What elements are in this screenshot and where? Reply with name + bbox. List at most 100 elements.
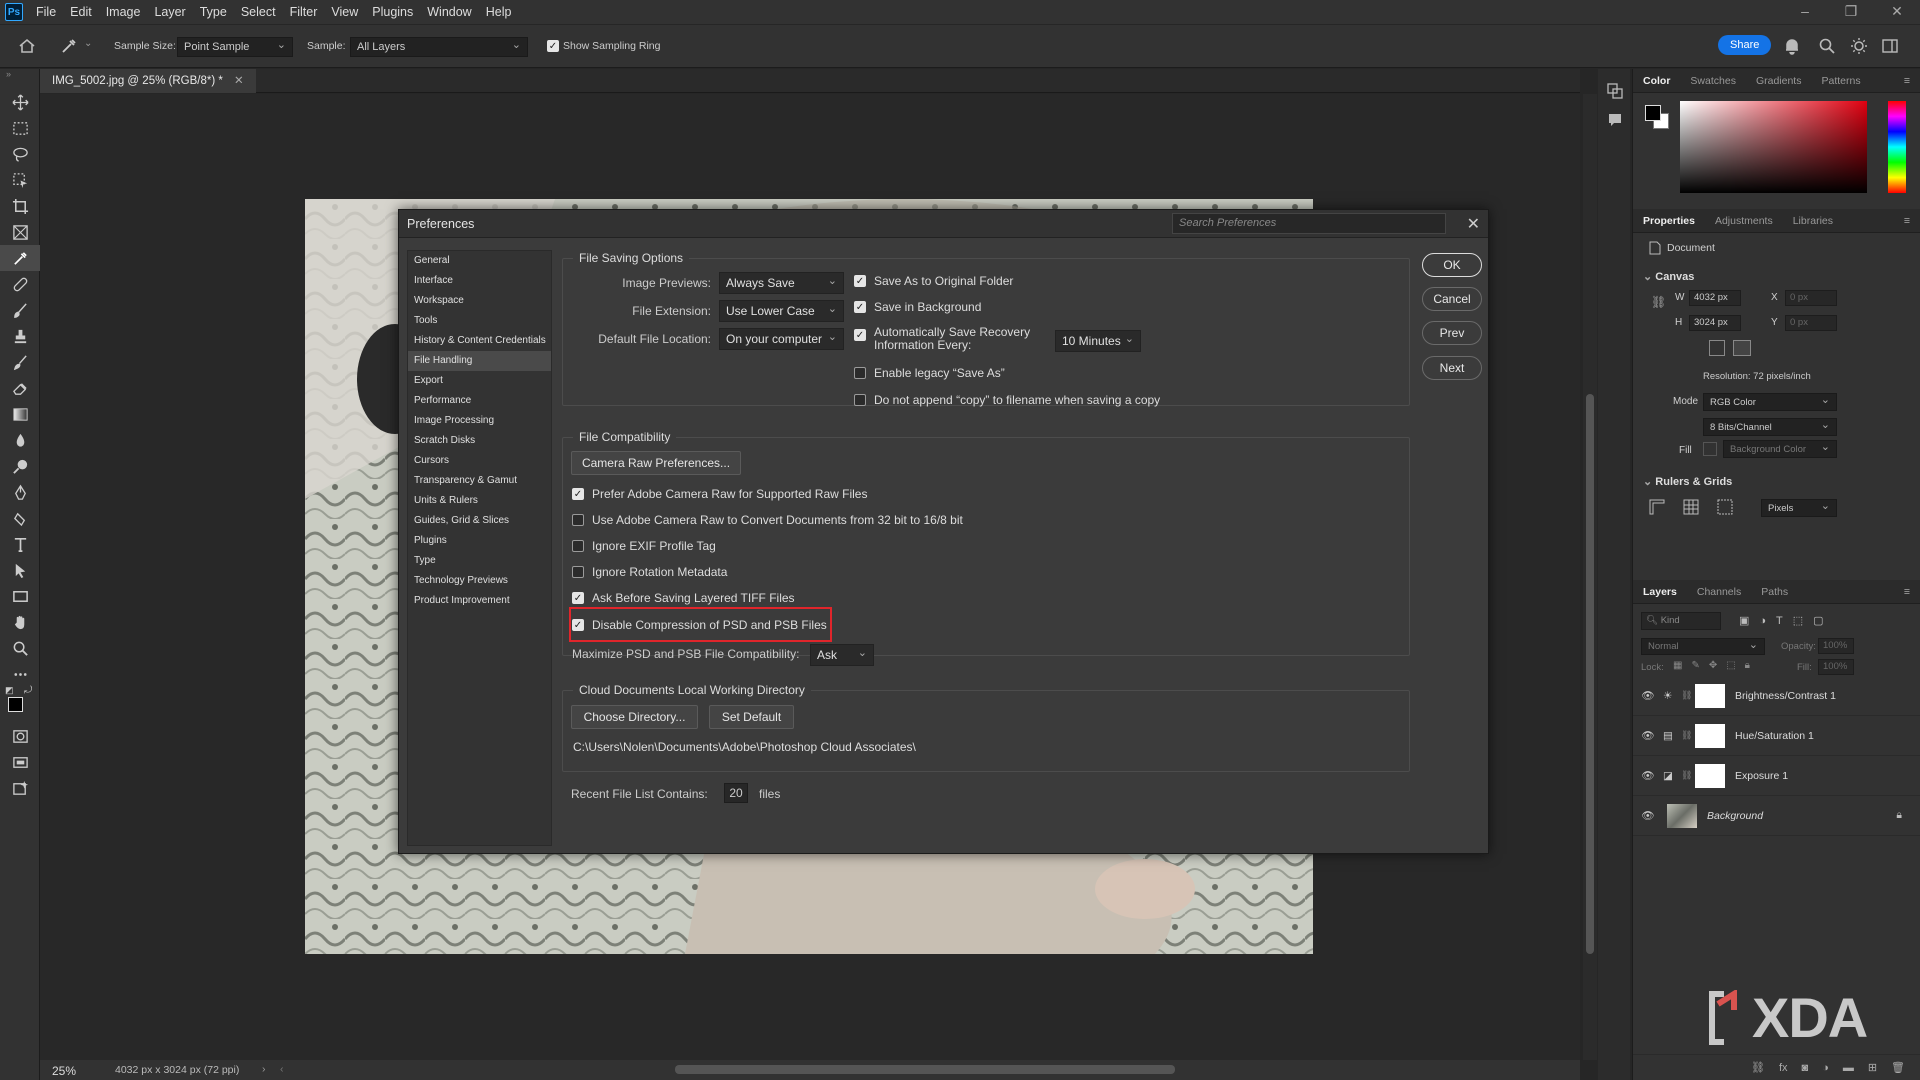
add-mask-icon[interactable]: ◙ [1802,1062,1809,1074]
save-background-checkbox[interactable]: ✓ [854,301,866,313]
adjustment-layer-icon[interactable]: ◑ [1822,1062,1829,1074]
tab-properties[interactable]: Properties [1633,215,1705,227]
chevron-down-icon[interactable]: ⌄ [84,38,92,49]
fill-swatch[interactable] [1703,442,1717,456]
portrait-orientation-icon[interactable] [1709,340,1725,356]
panel-menu-icon[interactable]: ≡ [1894,75,1920,87]
ignore-rotation-option[interactable]: Ignore Rotation Metadata [572,565,727,579]
search-icon[interactable] [1818,37,1836,58]
group-icon[interactable]: ▬ [1843,1062,1854,1074]
layer-style-icon[interactable]: fx [1779,1062,1788,1074]
layer-row[interactable]: 👁︎ ◪ ⛓ Exposure 1 [1633,756,1920,796]
menu-plugins[interactable]: Plugins [365,5,420,19]
nav-guides-grid[interactable]: Guides, Grid & Slices [408,511,551,531]
new-layer-icon[interactable]: ⊞ [1868,1061,1877,1074]
next-button[interactable]: Next [1422,356,1482,380]
nav-file-handling[interactable]: File Handling [408,351,551,371]
quick-mask-icon[interactable] [0,723,40,749]
tab-channels[interactable]: Channels [1687,586,1751,598]
tab-gradients[interactable]: Gradients [1746,75,1812,87]
share-button[interactable]: Share [1718,35,1772,55]
layer-name[interactable]: Background [1707,810,1896,822]
layer-thumbnail[interactable] [1667,803,1697,828]
link-icon[interactable]: ⛓ [1681,730,1692,741]
show-sampling-ring-checkbox[interactable]: ✓ [547,40,559,52]
history-brush-tool-icon[interactable] [0,349,40,375]
fill-opacity-input[interactable]: 100% [1818,659,1854,675]
tab-color[interactable]: Color [1633,75,1680,87]
y-input[interactable]: 0 px [1785,315,1837,331]
height-input[interactable]: 3024 px [1689,315,1741,331]
use-acr-convert-checkbox[interactable] [572,514,584,526]
pen-tool-icon[interactable] [0,479,40,505]
horizontal-scrollbar[interactable] [675,1065,1175,1074]
nav-image-processing[interactable]: Image Processing [408,411,551,431]
maximize-icon[interactable]: ❐ [1828,0,1874,24]
menu-edit[interactable]: Edit [63,5,99,19]
set-default-button[interactable]: Set Default [709,705,794,729]
menu-help[interactable]: Help [479,5,519,19]
layer-mask-thumbnail[interactable] [1695,723,1725,748]
color-swatches[interactable]: ⤾ ◩ [0,685,39,723]
path-selection-tool-icon[interactable] [0,557,40,583]
mode-select[interactable]: RGB Color [1703,393,1837,411]
lock-icons[interactable]: ▦✎✥⬚🔒︎ [1673,660,1759,671]
nav-history[interactable]: History & Content Credentials [408,331,551,351]
default-file-location-select[interactable]: On your computer [719,328,844,350]
zoom-tool-icon[interactable] [0,635,40,661]
ask-tiff-checkbox[interactable]: ✓ [572,592,584,604]
hue-slider[interactable] [1888,101,1906,193]
auto-save-checkbox[interactable]: ✓ [854,329,866,341]
sample-size-select[interactable]: Point Sample [177,37,293,57]
nav-workspace[interactable]: Workspace [408,291,551,311]
lock-icon[interactable]: 🔒︎ [1896,809,1902,822]
landscape-orientation-icon[interactable] [1733,340,1751,356]
prev-button[interactable]: Prev [1422,321,1482,345]
eye-icon[interactable]: 👁︎ [1633,729,1663,742]
fill-select[interactable]: Background Color [1723,440,1837,458]
frame-tool-icon[interactable] [0,219,40,245]
rulers-grids-section-header[interactable]: ⌄ Rulers & Grids [1643,475,1732,488]
nav-export[interactable]: Export [408,371,551,391]
menu-filter[interactable]: Filter [283,5,325,19]
move-tool-icon[interactable] [0,89,40,115]
save-background-option[interactable]: ✓ Save in Background [854,300,981,314]
tab-paths[interactable]: Paths [1751,586,1798,598]
home-icon[interactable] [18,37,36,58]
layer-row[interactable]: 👁︎ ☀︎ ⛓ Brightness/Contrast 1 [1633,676,1920,716]
object-selection-tool-icon[interactable] [0,167,40,193]
delete-layer-icon[interactable]: 🗑︎ [1891,1061,1905,1074]
brightness-icon[interactable] [1850,37,1868,58]
vertical-scrollbar[interactable] [1586,394,1594,954]
tab-swatches[interactable]: Swatches [1680,75,1746,87]
layer-row[interactable]: 👁︎ Background 🔒︎ [1633,796,1920,836]
layers-menu-icon[interactable]: ≡ [1894,586,1920,598]
file-extension-select[interactable]: Use Lower Case [719,300,844,322]
save-original-folder-checkbox[interactable]: ✓ [854,275,866,287]
clone-stamp-tool-icon[interactable] [0,323,40,349]
nav-type[interactable]: Type [408,551,551,571]
photoshop-logo-icon[interactable]: Ps [5,3,23,21]
search-preferences-input[interactable]: Search Preferences [1172,213,1446,234]
layer-filter-icons[interactable]: ▣◑T⬚▢ [1739,614,1834,627]
menu-type[interactable]: Type [193,5,234,19]
grid-icon[interactable] [1683,499,1699,518]
layer-name[interactable]: Exposure 1 [1735,770,1788,782]
link-icon[interactable]: ⛓ [1681,690,1692,701]
eye-icon[interactable]: 👁︎ [1633,769,1663,782]
dodge-tool-icon[interactable] [0,453,40,479]
prefer-acr-checkbox[interactable]: ✓ [572,488,584,500]
nav-scratch-disks[interactable]: Scratch Disks [408,431,551,451]
ruler-icon[interactable] [1649,499,1665,518]
nav-technology-previews[interactable]: Technology Previews [408,571,551,591]
image-previews-select[interactable]: Always Save [719,272,844,294]
tab-patterns[interactable]: Patterns [1811,75,1870,87]
units-select[interactable]: Pixels [1761,499,1837,517]
blur-tool-icon[interactable] [0,427,40,453]
ok-button[interactable]: OK [1422,253,1482,277]
nav-performance[interactable]: Performance [408,391,551,411]
default-colors-icon[interactable]: ◩ [5,685,14,696]
properties-menu-icon[interactable]: ≡ [1894,215,1920,227]
gradient-tool-icon[interactable] [0,401,40,427]
layer-name[interactable]: Hue/Saturation 1 [1735,730,1814,742]
